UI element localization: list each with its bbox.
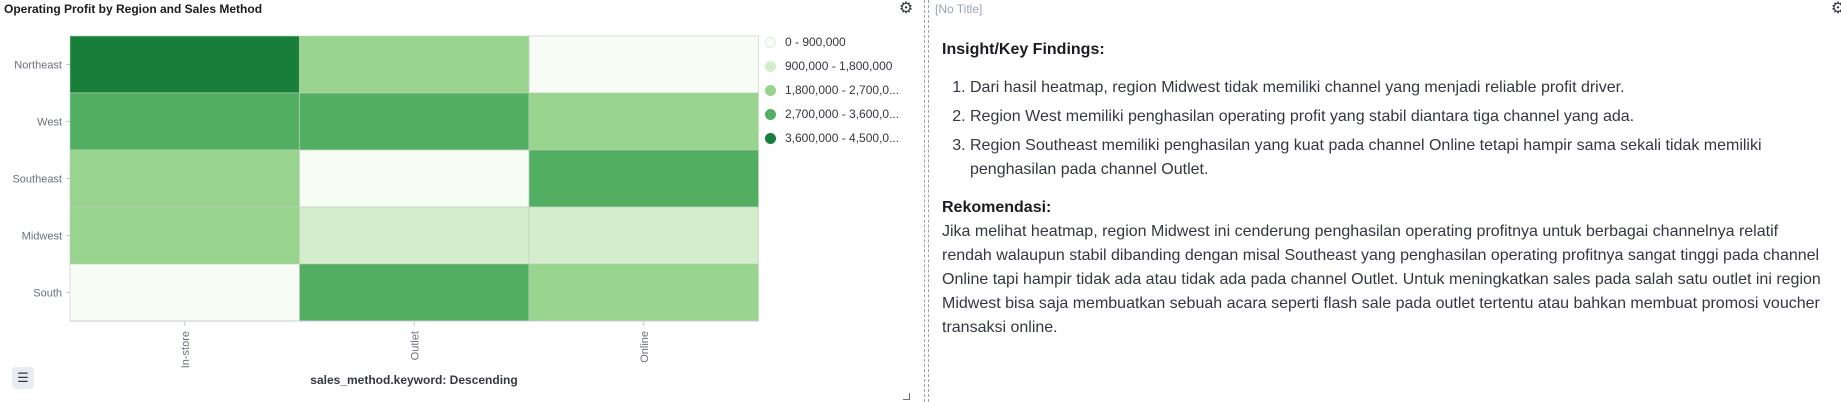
heatmap-cell xyxy=(299,206,530,265)
heatmap-cell xyxy=(528,35,759,94)
heatmap-cell xyxy=(69,92,300,151)
legend-label: 900,000 - 1,800,000 xyxy=(785,59,893,73)
x-tick-label: Online xyxy=(639,331,651,363)
list-icon[interactable]: ☰ xyxy=(12,367,34,389)
heatmap-cell xyxy=(528,206,759,265)
list-item: Region West memiliki penghasilan operati… xyxy=(970,105,1822,129)
gear-icon[interactable]: ⚙ xyxy=(1829,0,1841,18)
legend-item[interactable]: 0 - 900,000 xyxy=(765,30,899,54)
gear-icon[interactable]: ⚙ xyxy=(897,0,915,18)
legend-item[interactable]: 2,700,000 - 3,600,0... xyxy=(765,102,899,126)
heatmap-panel: Operating Profit by Region and Sales Met… xyxy=(0,0,918,402)
list-item: Dari hasil heatmap, region Midwest tidak… xyxy=(970,76,1822,100)
heatmap-cell xyxy=(299,92,530,151)
heatmap-chart: Northeast West Southeast Midwest South In-sto… xyxy=(12,35,759,368)
heatmap-cell xyxy=(299,263,530,322)
x-tick-label: In-store xyxy=(180,331,192,368)
panel-title: Operating Profit by Region and Sales Met… xyxy=(4,2,263,16)
y-tick-label: West xyxy=(37,117,62,129)
legend-swatch xyxy=(765,84,776,96)
panel-title: [No Title] xyxy=(935,2,983,16)
y-tick-label: Northeast xyxy=(14,60,62,72)
heatmap-cell xyxy=(69,206,300,265)
heatmap-cell xyxy=(69,149,300,208)
legend-swatch xyxy=(765,60,776,72)
findings-list: Dari hasil heatmap, region Midwest tidak… xyxy=(942,76,1822,182)
y-tick-label: Midwest xyxy=(22,231,62,243)
heatmap-cell xyxy=(299,35,530,94)
heatmap-cell xyxy=(528,263,759,322)
legend-label: 0 - 900,000 xyxy=(785,35,846,49)
legend-label: 3,600,000 - 4,500,0... xyxy=(785,131,900,145)
legend-swatch xyxy=(765,108,776,120)
resize-handle[interactable] xyxy=(903,393,910,400)
y-tick-label: Southeast xyxy=(12,174,62,186)
insight-heading: Insight/Key Findings: xyxy=(942,41,1105,58)
legend-item[interactable]: 3,600,000 - 4,500,0... xyxy=(765,126,899,150)
recommendation-heading: Rekomendasi: xyxy=(942,199,1052,216)
x-tick-label: Outlet xyxy=(409,331,421,360)
legend-item[interactable]: 900,000 - 1,800,000 xyxy=(765,54,899,78)
panel-divider xyxy=(928,0,929,402)
x-axis-title: sales_method.keyword: Descending xyxy=(310,373,518,387)
recommendation-text: Jika melihat heatmap, region Midwest ini… xyxy=(942,223,1821,336)
heatmap-cell xyxy=(299,149,530,208)
heatmap-cell xyxy=(528,92,759,151)
legend-item[interactable]: 1,800,000 - 2,700,0... xyxy=(765,78,899,102)
markdown-content: Insight/Key Findings: Dari hasil heatmap… xyxy=(942,38,1822,340)
heatmap-cell xyxy=(69,35,300,94)
heatmap-cell xyxy=(69,263,300,322)
markdown-panel: [No Title] ⚙ Insight/Key Findings: Dari … xyxy=(930,0,1841,402)
list-item: Region Southeast memiliki penghasilan ya… xyxy=(970,134,1822,182)
panel-divider xyxy=(924,0,925,402)
chart-legend: 0 - 900,000 900,000 - 1,800,000 1,800,000 … xyxy=(765,30,899,150)
heatmap-cell xyxy=(528,149,759,208)
legend-label: 1,800,000 - 2,700,0... xyxy=(785,83,900,97)
legend-swatch xyxy=(765,132,776,144)
legend-label: 2,700,000 - 3,600,0... xyxy=(785,107,900,121)
y-tick-label: South xyxy=(33,288,62,300)
legend-swatch xyxy=(765,36,776,48)
